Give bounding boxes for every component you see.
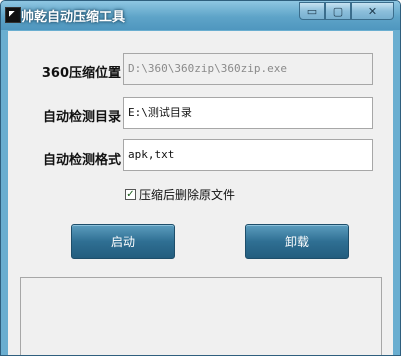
start-button-label: 启动 [110,235,135,249]
start-button[interactable]: 启动 [71,224,175,259]
watch-format-field[interactable]: apk,txt [123,139,373,171]
watch-dir-label: 自动检测目录 [42,110,121,125]
client-area: 360压缩位置 D:\360\360zip\360zip.exe 自动检测目录 … [8,31,393,355]
minimize-icon: ▭ [306,4,318,18]
delete-original-label: 压缩后删除原文件 [139,188,236,202]
title-bar[interactable]: 帅乾自动压缩工具 ▭ ▢ ✕ [1,1,400,30]
uninstall-button-label: 卸载 [284,235,309,249]
close-button[interactable]: ✕ [351,2,394,20]
watch-format-label: 自动检测格式 [42,153,121,168]
maximize-icon: ▢ [332,4,344,18]
delete-original-checkbox[interactable]: ✓ [125,189,136,200]
watch-dir-field[interactable]: E:\测试目录 [123,97,373,129]
uninstall-button[interactable]: 卸载 [245,224,349,259]
app-icon[interactable] [5,7,21,23]
zip-path-field[interactable]: D:\360\360zip\360zip.exe [123,53,373,85]
window-controls: ▭ ▢ ✕ [299,2,394,20]
minimize-button[interactable]: ▭ [299,2,325,20]
window-title: 帅乾自动压缩工具 [21,10,126,25]
zip-path-label: 360压缩位置 [41,66,121,81]
maximize-button[interactable]: ▢ [325,2,351,20]
app-window: 帅乾自动压缩工具 ▭ ▢ ✕ 360压缩位置 D:\360\360zip\360… [0,0,401,356]
delete-original-option[interactable]: ✓ 压缩后删除原文件 [125,186,235,203]
close-icon: ✕ [367,4,378,18]
log-output[interactable] [20,277,382,355]
